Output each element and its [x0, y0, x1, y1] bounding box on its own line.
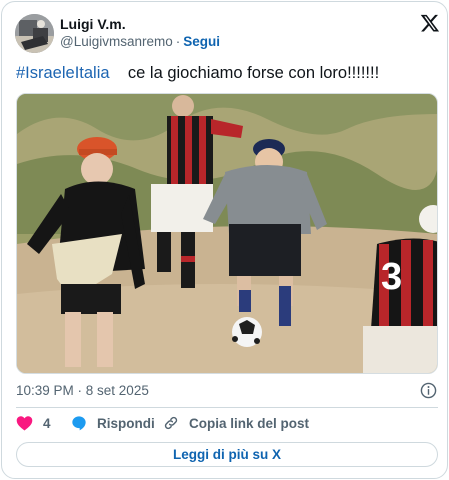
divider: [16, 407, 438, 408]
tweet-media[interactable]: 3: [16, 93, 438, 374]
tweet-body: ce la giochiamo forse con loro!!!!!!!: [109, 64, 380, 82]
avatar-image: [15, 14, 54, 53]
handle-row: @Luigivmsanremo · Segui: [60, 34, 220, 49]
copy-link-button[interactable]: Copia link del post: [163, 415, 309, 431]
info-icon[interactable]: [420, 382, 437, 399]
reply-label: Rispondi: [97, 415, 155, 431]
like-button[interactable]: 4: [16, 415, 51, 431]
heart-icon: [16, 416, 33, 431]
jersey-number: 3: [381, 256, 402, 298]
follow-button[interactable]: Segui: [183, 34, 220, 49]
x-logo-icon[interactable]: [420, 13, 440, 33]
post-card: Luigi V.m. @Luigivmsanremo · Segui #Israel…: [1, 1, 448, 479]
avatar[interactable]: [15, 14, 54, 53]
separator-dot: ·: [175, 34, 181, 49]
hashtag-link[interactable]: #IsraeleItalia: [16, 64, 110, 82]
copy-link-label: Copia link del post: [189, 415, 310, 431]
football-scene-image: 3: [17, 94, 437, 373]
reply-bubble-icon: [72, 416, 86, 431]
read-more-button[interactable]: Leggi di più su X: [16, 442, 438, 467]
link-icon: [164, 416, 178, 430]
reply-button[interactable]: Rispondi: [71, 415, 155, 431]
timestamp[interactable]: 10:39 PM · 8 set 2025: [16, 383, 149, 398]
user-handle[interactable]: @Luigivmsanremo: [60, 34, 173, 49]
display-name[interactable]: Luigi V.m.: [60, 16, 126, 32]
tweet-text: #IsraeleItalia ce la giochiamo forse con…: [16, 64, 379, 83]
like-count: 4: [43, 415, 51, 431]
